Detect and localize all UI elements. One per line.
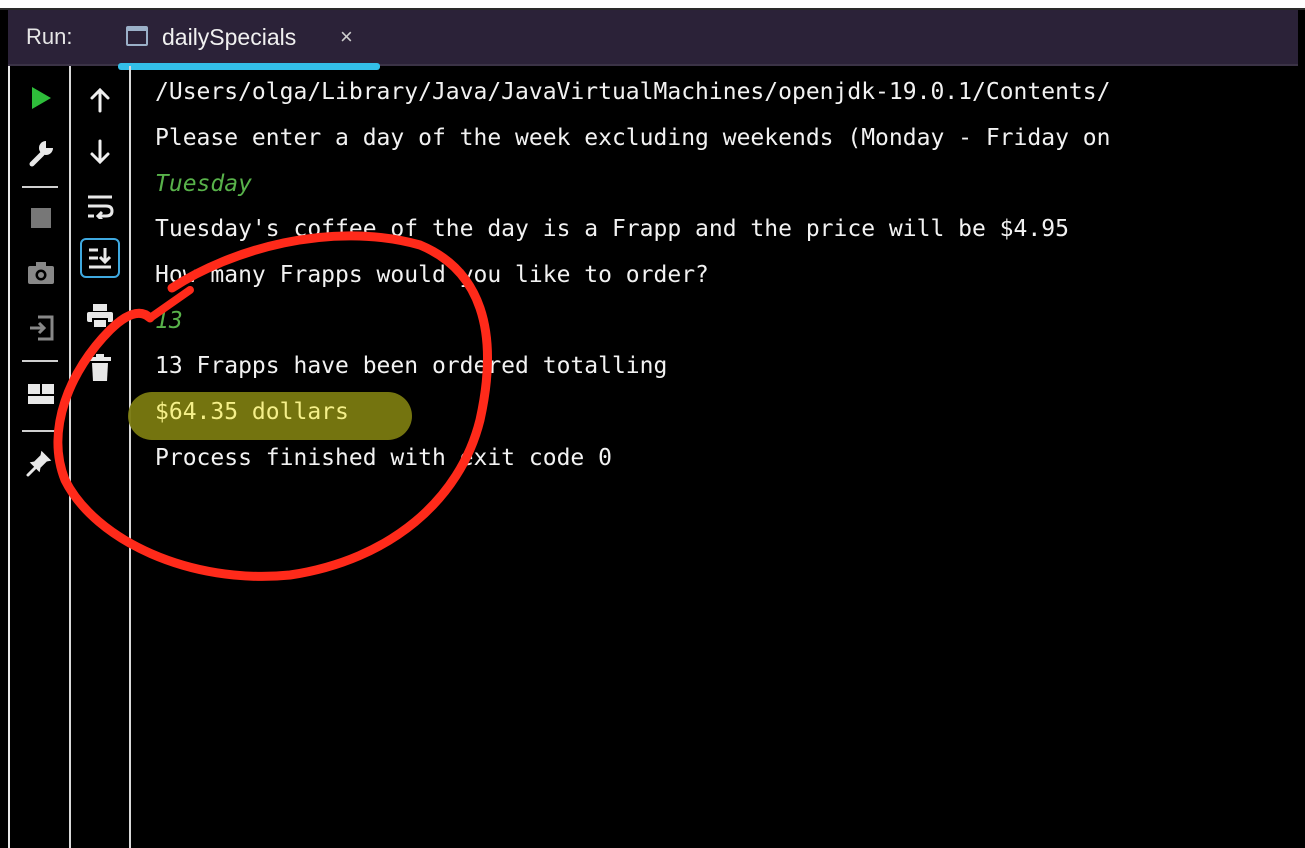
annotation-circle — [53, 231, 492, 581]
